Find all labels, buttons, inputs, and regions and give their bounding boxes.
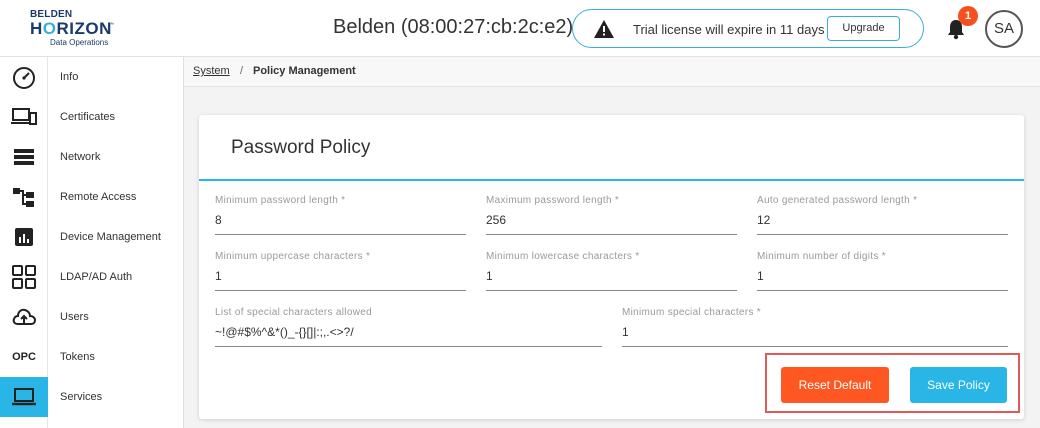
subnav-item-ldap-ad-auth[interactable]: LDAP/AD Auth — [48, 257, 184, 297]
subnav-item-tokens[interactable]: Tokens — [48, 337, 184, 377]
field-value[interactable]: 1 — [622, 325, 629, 339]
logo-line-3: Data Operations — [50, 38, 109, 47]
min-uppercase-field[interactable]: Minimum uppercase characters * 1 — [215, 251, 466, 291]
reset-default-button[interactable]: Reset Default — [781, 367, 889, 403]
rail-topology[interactable] — [0, 177, 48, 217]
min-special-characters-field[interactable]: Minimum special characters * 1 — [622, 307, 1008, 347]
field-label: Minimum password length * — [215, 195, 346, 206]
breadcrumb-separator: / — [240, 65, 244, 77]
subnav-item-network[interactable]: Network — [48, 137, 184, 177]
subnav-item-users[interactable]: Users — [48, 297, 184, 337]
breadcrumb-current: Policy Management — [253, 65, 356, 77]
field-label: Maximum password length * — [486, 195, 620, 206]
warning-icon — [594, 20, 614, 38]
user-avatar[interactable]: SA — [985, 10, 1023, 48]
opc-label: OPC — [12, 351, 36, 363]
list-icon — [14, 149, 34, 165]
auto-generated-password-length-field[interactable]: Auto generated password length * 12 — [757, 195, 1008, 235]
device-title: Belden (08:00:27:cb:2c:e2) — [333, 16, 574, 38]
special-characters-allowed-field[interactable]: List of special characters allowed ~!@#$… — [215, 307, 602, 347]
rail-cloud-upload[interactable] — [0, 297, 48, 337]
icon-rail: OPC — [0, 57, 48, 428]
subnav-item-device-management[interactable]: Device Management — [48, 217, 184, 257]
logo-line-2: HORIZON — [30, 19, 112, 38]
field-label: Minimum uppercase characters * — [215, 251, 371, 262]
rail-reports[interactable] — [0, 217, 48, 257]
reports-icon — [15, 228, 33, 246]
subnav-item-certificates[interactable]: Certificates — [48, 97, 184, 137]
subnav-item-info[interactable]: Info — [48, 57, 184, 97]
field-value[interactable]: 12 — [757, 213, 770, 227]
rail-list[interactable] — [0, 137, 48, 177]
field-value[interactable]: ~!@#$%^&*()_-{}[]|:;,.<>?/ — [215, 325, 354, 339]
topology-icon — [13, 188, 34, 207]
belden-horizon-logo[interactable]: BELDEN HORIZON ™ Data Operations — [28, 9, 128, 49]
rail-devices[interactable] — [0, 97, 48, 137]
field-value[interactable]: 256 — [486, 213, 506, 227]
card-title: Password Policy — [231, 137, 371, 158]
trial-license-banner: Trial license will expire in 11 days Upg… — [572, 9, 924, 48]
field-label: Minimum special characters * — [622, 307, 761, 318]
cloud-upload-icon — [12, 308, 37, 325]
max-password-length-field[interactable]: Maximum password length * 256 — [486, 195, 737, 235]
laptop-icon — [12, 388, 36, 406]
min-lowercase-field[interactable]: Minimum lowercase characters * 1 — [486, 251, 737, 291]
field-value[interactable]: 1 — [215, 269, 222, 283]
field-label: List of special characters allowed — [215, 307, 372, 318]
field-label: Auto generated password length * — [757, 195, 918, 206]
min-digits-field[interactable]: Minimum number of digits * 1 — [757, 251, 1008, 291]
logo-trademark: ™ — [109, 22, 114, 28]
field-value[interactable]: 1 — [486, 269, 493, 283]
dashboard-icon — [13, 67, 35, 89]
field-label: Minimum lowercase characters * — [486, 251, 640, 262]
rail-apps[interactable] — [0, 257, 48, 297]
top-header: BELDEN HORIZON ™ Data Operations Belden … — [0, 0, 1040, 57]
rail-opc[interactable]: OPC — [0, 337, 48, 377]
rail-system[interactable] — [0, 377, 48, 417]
breadcrumb: System / Policy Management — [184, 57, 1040, 87]
apps-icon — [12, 265, 36, 289]
save-policy-button[interactable]: Save Policy — [910, 367, 1007, 403]
card-title-divider — [199, 179, 1024, 181]
upgrade-button[interactable]: Upgrade — [827, 16, 900, 41]
devices-icon — [11, 108, 37, 125]
system-subnav: Info Certificates Network Remote Access … — [48, 57, 184, 428]
field-value[interactable]: 1 — [757, 269, 764, 283]
field-value[interactable]: 8 — [215, 213, 222, 227]
trial-message: Trial license will expire in 11 days — [633, 22, 825, 37]
rail-dashboard[interactable] — [0, 57, 48, 97]
subnav-item-services[interactable]: Services — [48, 377, 184, 417]
min-password-length-field[interactable]: Minimum password length * 8 — [215, 195, 466, 235]
breadcrumb-system-link[interactable]: System — [193, 65, 230, 77]
subnav-item-remote-access[interactable]: Remote Access — [48, 177, 184, 217]
field-label: Minimum number of digits * — [757, 251, 886, 262]
notification-badge[interactable]: 1 — [958, 6, 978, 26]
